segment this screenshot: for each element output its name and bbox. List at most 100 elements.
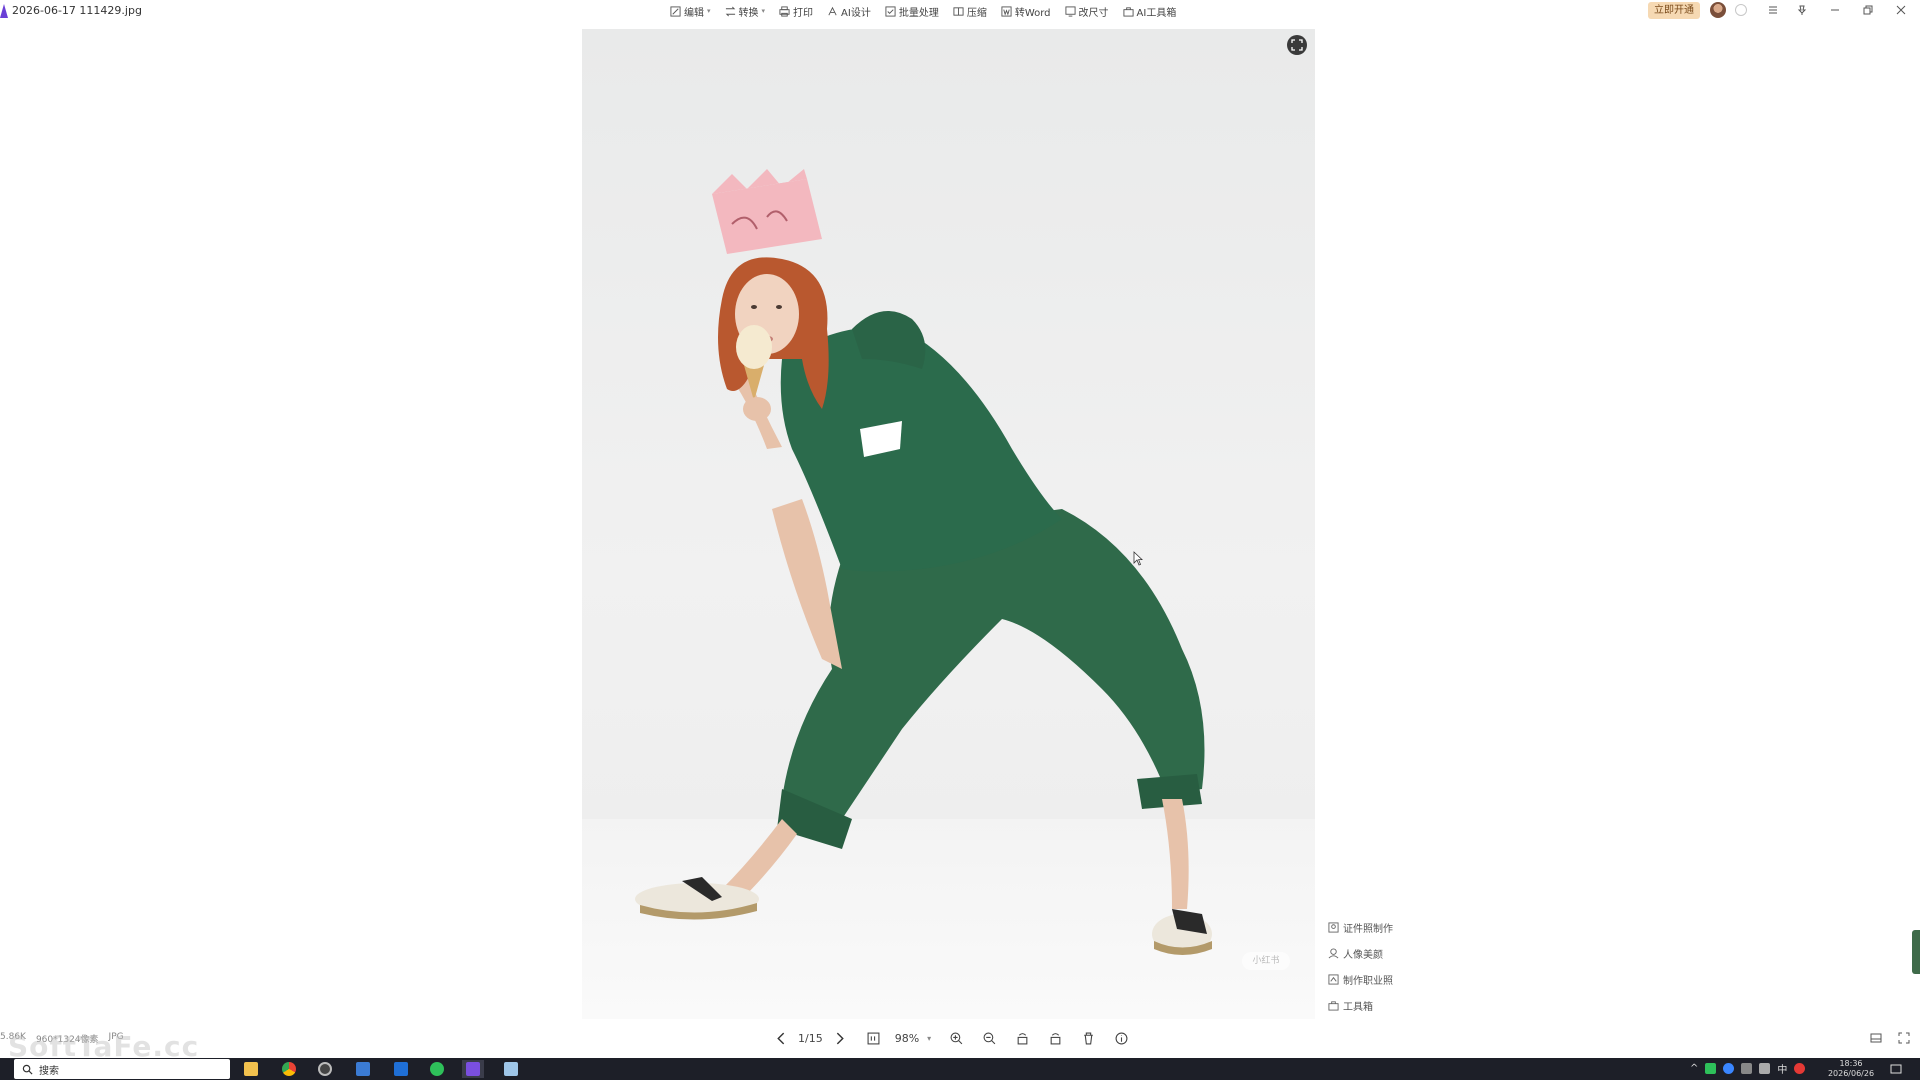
notification-icon: [1890, 1064, 1902, 1074]
notes-icon: [504, 1062, 518, 1076]
quick-item-portrait[interactable]: 人像美颜: [1328, 946, 1418, 961]
ime-indicator[interactable]: 中: [1777, 1061, 1787, 1076]
info-icon: [1115, 1032, 1128, 1044]
previous-image-button[interactable]: [770, 1028, 792, 1048]
vip-button[interactable]: 立即开通: [1648, 2, 1700, 19]
network-icon[interactable]: [1759, 1063, 1771, 1074]
photo-watermark: 小红书: [1242, 952, 1290, 970]
antivirus-icon[interactable]: [1794, 1063, 1806, 1074]
quick-item-professional-photo[interactable]: 制作职业照: [1328, 972, 1418, 987]
app-logo-icon: [0, 4, 8, 18]
zoom-select[interactable]: 98% ▾: [895, 1032, 931, 1045]
tool-resize[interactable]: 改尺寸: [1064, 4, 1109, 19]
chevron-up-icon[interactable]: ^: [1690, 1063, 1698, 1074]
toolbox-icon: [1328, 1001, 1339, 1011]
notification-center-button[interactable]: [1888, 1061, 1904, 1077]
taskbar-search[interactable]: 搜索: [14, 1059, 230, 1079]
fullscreen-button[interactable]: [1896, 1030, 1912, 1046]
portrait-icon: [1328, 948, 1339, 959]
image-canvas[interactable]: [582, 29, 1315, 1019]
tool-convert[interactable]: 转换 ▾: [725, 4, 766, 19]
zoom-out-button[interactable]: [978, 1028, 1000, 1048]
tool-edit[interactable]: 编辑 ▾: [670, 4, 711, 19]
quick-item-label: 证件照制作: [1343, 924, 1393, 935]
tool-ai-toolbox[interactable]: AI工具箱: [1122, 4, 1177, 19]
restore-button[interactable]: [1860, 2, 1876, 18]
tool-print[interactable]: 打印: [779, 4, 813, 19]
tool-label: AI工具箱: [1136, 7, 1177, 19]
main-toolbar: 编辑 ▾ 转换 ▾ 打印 AI设计 批量处理 压缩 转Word 改尺寸 AI工具…: [670, 2, 1176, 20]
thumbnail-icon: [1870, 1033, 1882, 1043]
tray-app-icon[interactable]: [1723, 1063, 1735, 1074]
tool-to-word[interactable]: 转Word: [1001, 4, 1051, 19]
image-viewer-icon: [466, 1062, 480, 1076]
pin-button[interactable]: [1794, 2, 1810, 18]
tool-label: AI设计: [841, 7, 871, 19]
actual-size-icon: [867, 1032, 880, 1044]
rotate-left-button[interactable]: [1011, 1028, 1033, 1048]
chrome-icon: [282, 1062, 296, 1076]
quick-item-label: 人像美颜: [1343, 950, 1383, 961]
fullscreen-toggle-button[interactable]: [1287, 35, 1307, 55]
quick-item-id-photo[interactable]: 证件照制作: [1328, 920, 1418, 935]
info-button[interactable]: [1110, 1028, 1132, 1048]
taskbar-app-chrome[interactable]: [278, 1060, 300, 1078]
zoom-in-button[interactable]: [945, 1028, 967, 1048]
tray-app-icon[interactable]: [1705, 1063, 1717, 1074]
tool-label: 压缩: [966, 7, 987, 19]
batch-icon: [885, 5, 896, 17]
avatar[interactable]: [1710, 2, 1726, 18]
menu-button[interactable]: [1765, 2, 1781, 18]
expand-icon: [1291, 39, 1303, 51]
actual-size-button[interactable]: [863, 1028, 885, 1048]
menu-icon: [1769, 6, 1777, 14]
taskbar-app-image-viewer[interactable]: [462, 1060, 484, 1078]
delete-button[interactable]: [1077, 1028, 1099, 1048]
clock-time: 18:36: [1839, 1059, 1863, 1068]
taskbar-app-editor[interactable]: [352, 1060, 374, 1078]
taskbar-app-notes[interactable]: [500, 1060, 522, 1078]
rotate-left-icon: [1017, 1032, 1028, 1044]
ai-design-icon: [828, 6, 837, 15]
minimize-button[interactable]: [1827, 2, 1843, 18]
quick-item-label: 工具箱: [1343, 1002, 1373, 1013]
tool-label: 转Word: [1014, 7, 1051, 19]
tool-ai-design[interactable]: AI设计: [827, 4, 871, 19]
pin-icon: [1797, 5, 1807, 15]
tool-label: 改尺寸: [1078, 7, 1109, 19]
restore-icon: [1863, 5, 1873, 15]
zoom-in-icon: [950, 1032, 962, 1044]
edit-icon: [670, 5, 681, 17]
member-badge-icon[interactable]: [1735, 4, 1747, 16]
photos-icon: [394, 1062, 408, 1076]
system-tray: ^ 中: [1690, 1061, 1806, 1076]
side-panel-handle[interactable]: [1912, 930, 1920, 974]
minimize-icon: [1831, 9, 1839, 11]
chevron-down-icon: ▾: [927, 1033, 932, 1043]
thumbnail-toggle-button[interactable]: [1868, 1030, 1884, 1046]
chevron-down-icon: ▾: [761, 7, 766, 15]
fullscreen-icon: [1898, 1032, 1910, 1044]
next-image-button[interactable]: [829, 1028, 851, 1048]
os-taskbar: 搜索 ^ 中 18:36 2026/06/26: [0, 1058, 1920, 1080]
trash-icon: [1083, 1032, 1093, 1044]
taskbar-app-wechat[interactable]: [426, 1060, 448, 1078]
tool-compress[interactable]: 压缩: [953, 4, 987, 19]
quick-tools-menu: 证件照制作 人像美颜 制作职业照 工具箱: [1328, 920, 1418, 1013]
print-icon: [779, 5, 790, 17]
taskbar-app-obs[interactable]: [314, 1060, 336, 1078]
quick-item-toolbox[interactable]: 工具箱: [1328, 998, 1418, 1013]
photo-subject: [635, 169, 1212, 955]
close-button[interactable]: [1893, 2, 1909, 18]
taskbar-app-photos[interactable]: [390, 1060, 412, 1078]
chevron-down-icon: ▾: [707, 7, 711, 15]
tool-label: 批量处理: [898, 7, 939, 19]
taskbar-clock[interactable]: 18:36 2026/06/26: [1826, 1059, 1876, 1079]
volume-icon[interactable]: [1741, 1063, 1753, 1074]
page-counter: 1/15: [798, 1031, 823, 1045]
editor-icon: [356, 1062, 370, 1076]
taskbar-app-explorer[interactable]: [240, 1060, 262, 1078]
rotate-right-button[interactable]: [1044, 1028, 1066, 1048]
close-icon: [1896, 5, 1906, 15]
tool-batch[interactable]: 批量处理: [885, 4, 939, 19]
